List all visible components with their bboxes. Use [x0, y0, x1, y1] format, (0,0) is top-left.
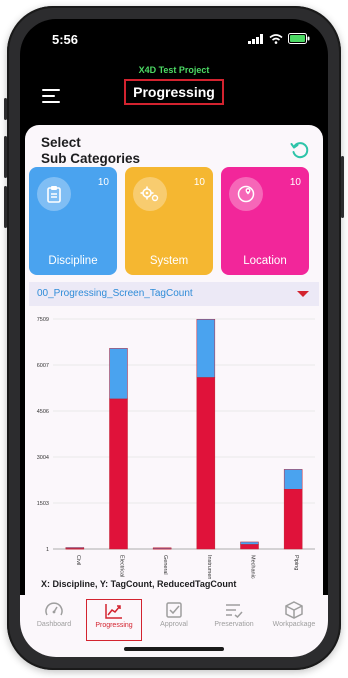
x-tick-label: General	[162, 555, 168, 575]
bar-mechanical-series1	[240, 541, 259, 545]
bar-chart: 7509 6007 4506 3004 1503 1 Civil Electrical Gene…	[25, 311, 323, 585]
y-tick-label: 3004	[37, 455, 49, 461]
y-tick-label: 7509	[37, 317, 49, 323]
report-dropdown[interactable]: 00_Progressing_Screen_TagCount	[29, 282, 319, 306]
bar-mechanical-series0	[240, 544, 259, 550]
package-icon	[285, 601, 303, 619]
page-title: Progressing	[124, 79, 224, 105]
volume-down-button	[4, 186, 7, 228]
status-icons	[248, 33, 310, 44]
card-label: System	[149, 255, 189, 267]
map-pin-icon	[237, 185, 255, 203]
bar-electrical-series0	[109, 398, 128, 550]
refresh-icon	[290, 142, 309, 159]
card-label: Discipline	[48, 255, 98, 267]
battery-icon	[288, 33, 310, 44]
bar-piping-series1	[283, 469, 303, 490]
bar-instrumentation-series0	[196, 377, 216, 550]
y-tick-label: 1503	[37, 501, 49, 507]
bar-general-series1	[152, 547, 172, 549]
y-tick-label: 4506	[37, 409, 49, 415]
check-box-icon	[166, 602, 182, 618]
refresh-button[interactable]	[289, 139, 311, 161]
bar-electrical-series1	[109, 348, 128, 400]
notch	[98, 19, 250, 47]
phone-frame: 5:56 X4D Test Project Progressing Select…	[4, 6, 344, 670]
x-tick-label: Mechanical	[250, 555, 256, 579]
bottom-tab-bar: Dashboard Progressing Approval Preservat…	[20, 595, 328, 657]
signal-icon	[248, 33, 263, 44]
card-label: Location	[243, 255, 287, 267]
x-tick-label: Piping	[293, 555, 299, 570]
tab-progressing[interactable]: Progressing	[86, 599, 142, 641]
status-bar: 5:56	[20, 19, 328, 59]
bar-piping-series0	[283, 489, 303, 550]
chart-svg: 7509 6007 4506 3004 1503 1 Civil Electrical Gene…	[37, 317, 315, 579]
volume-up-button	[4, 136, 7, 178]
x-tick-label: Instrumentation	[206, 555, 212, 579]
clipboard-icon	[47, 186, 61, 203]
card-count: 10	[193, 177, 205, 188]
select-subcategories-title: Select Sub Categories	[41, 135, 141, 166]
card-count: 10	[289, 177, 301, 188]
y-tick-label: 6007	[37, 363, 49, 369]
bar-instrumentation-series1	[196, 318, 216, 378]
status-time: 5:56	[52, 32, 79, 47]
home-indicator	[124, 647, 224, 651]
category-cards: 10 Discipline 10 System 10 Location	[29, 167, 319, 277]
y-tick-label: 1	[46, 547, 49, 553]
tab-approval[interactable]: Approval	[146, 599, 202, 641]
chart-caption: X: Discipline, Y: TagCount, ReducedTagCo…	[41, 579, 237, 589]
app-header: X4D Test Project Progressing	[20, 59, 328, 121]
menu-button[interactable]	[42, 89, 60, 103]
card-location[interactable]: 10 Location	[221, 167, 309, 275]
trend-chart-icon	[105, 604, 122, 619]
power-button	[341, 156, 344, 218]
tab-preservation[interactable]: Preservation	[206, 599, 262, 641]
card-discipline[interactable]: 10 Discipline	[29, 167, 117, 275]
menu-icon	[42, 89, 60, 91]
bar-civil-series1	[65, 547, 85, 549]
project-name: X4D Test Project	[138, 65, 210, 75]
card-system[interactable]: 10 System	[125, 167, 213, 275]
tab-workpackage[interactable]: Workpackage	[266, 599, 322, 641]
tab-dashboard[interactable]: Dashboard	[26, 599, 82, 641]
gears-icon	[140, 186, 159, 202]
card-count: 10	[97, 177, 109, 188]
x-tick-label: Electrical	[119, 555, 125, 577]
main-content: Select Sub Categories 10 Discipline 10 S…	[25, 125, 323, 595]
x-tick-label: Civil	[75, 555, 81, 565]
screen: 5:56 X4D Test Project Progressing Select…	[20, 19, 328, 657]
list-check-icon	[226, 604, 243, 619]
dropdown-arrow-icon	[297, 291, 309, 297]
gauge-icon	[45, 602, 63, 616]
wifi-icon	[269, 33, 283, 44]
mute-switch	[4, 98, 7, 120]
dropdown-value: 00_Progressing_Screen_TagCount	[37, 288, 193, 299]
